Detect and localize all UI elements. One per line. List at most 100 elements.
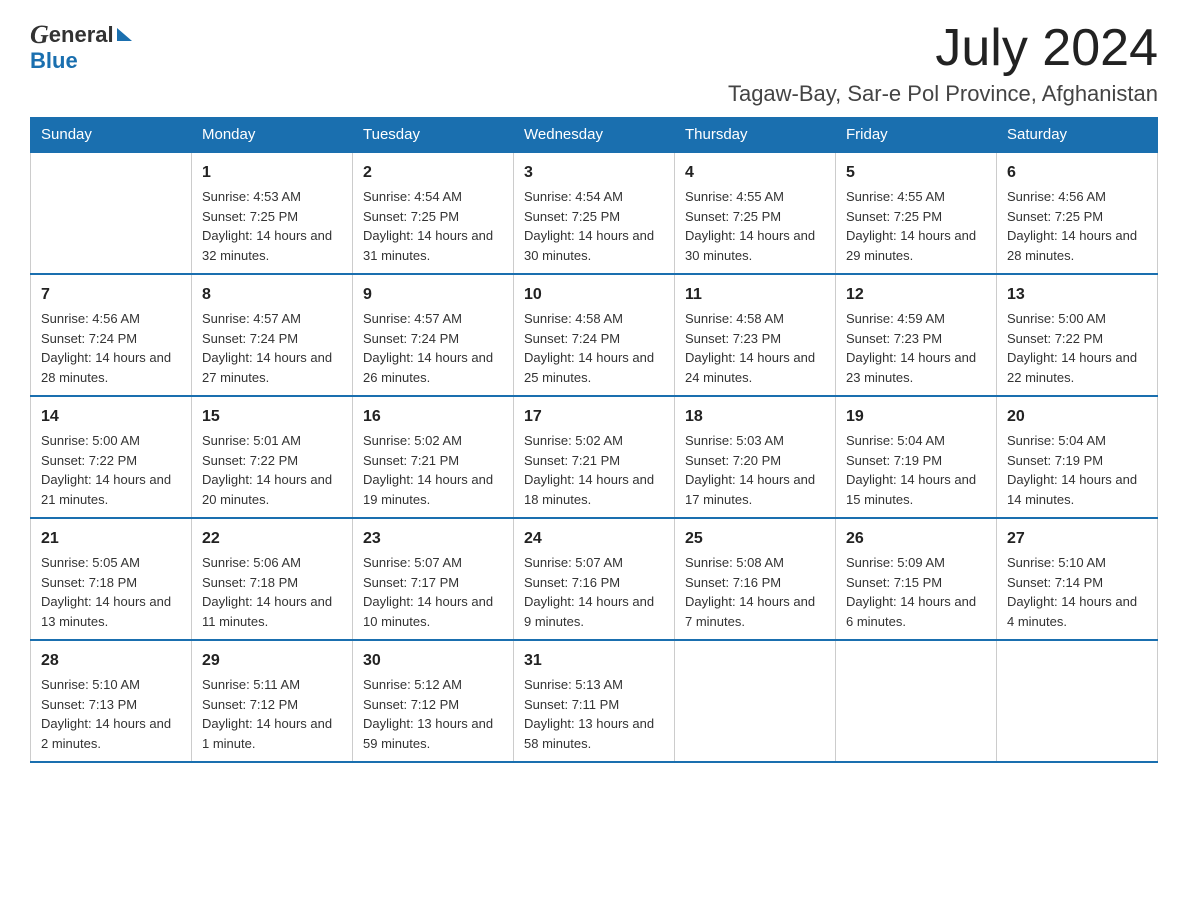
sunset-text: Sunset: 7:15 PM bbox=[846, 573, 986, 593]
calendar-cell bbox=[31, 152, 192, 274]
sunset-text: Sunset: 7:25 PM bbox=[685, 207, 825, 227]
calendar-cell: 13Sunrise: 5:00 AMSunset: 7:22 PMDayligh… bbox=[997, 274, 1158, 396]
daylight-text: Daylight: 14 hours and 1 minute. bbox=[202, 714, 342, 753]
daylight-text: Daylight: 14 hours and 23 minutes. bbox=[846, 348, 986, 387]
sunset-text: Sunset: 7:19 PM bbox=[846, 451, 986, 471]
sunrise-text: Sunrise: 4:54 AM bbox=[524, 187, 664, 207]
sunrise-text: Sunrise: 4:56 AM bbox=[41, 309, 181, 329]
calendar-cell: 9Sunrise: 4:57 AMSunset: 7:24 PMDaylight… bbox=[353, 274, 514, 396]
daylight-text: Daylight: 14 hours and 29 minutes. bbox=[846, 226, 986, 265]
calendar-week-row: 21Sunrise: 5:05 AMSunset: 7:18 PMDayligh… bbox=[31, 518, 1158, 640]
calendar-cell: 1Sunrise: 4:53 AMSunset: 7:25 PMDaylight… bbox=[192, 152, 353, 274]
daylight-text: Daylight: 13 hours and 58 minutes. bbox=[524, 714, 664, 753]
day-of-week-header: Saturday bbox=[997, 118, 1158, 153]
daylight-text: Daylight: 14 hours and 10 minutes. bbox=[363, 592, 503, 631]
sunset-text: Sunset: 7:22 PM bbox=[41, 451, 181, 471]
location-title: Tagaw-Bay, Sar-e Pol Province, Afghanist… bbox=[728, 81, 1158, 107]
calendar-cell: 22Sunrise: 5:06 AMSunset: 7:18 PMDayligh… bbox=[192, 518, 353, 640]
sunrise-text: Sunrise: 5:07 AM bbox=[524, 553, 664, 573]
day-number: 5 bbox=[846, 161, 986, 185]
day-number: 31 bbox=[524, 649, 664, 673]
daylight-text: Daylight: 14 hours and 27 minutes. bbox=[202, 348, 342, 387]
daylight-text: Daylight: 14 hours and 25 minutes. bbox=[524, 348, 664, 387]
calendar-cell: 16Sunrise: 5:02 AMSunset: 7:21 PMDayligh… bbox=[353, 396, 514, 518]
calendar-cell: 14Sunrise: 5:00 AMSunset: 7:22 PMDayligh… bbox=[31, 396, 192, 518]
sunrise-text: Sunrise: 5:12 AM bbox=[363, 675, 503, 695]
daylight-text: Daylight: 14 hours and 18 minutes. bbox=[524, 470, 664, 509]
sunrise-text: Sunrise: 5:06 AM bbox=[202, 553, 342, 573]
sunrise-text: Sunrise: 5:03 AM bbox=[685, 431, 825, 451]
calendar-cell: 19Sunrise: 5:04 AMSunset: 7:19 PMDayligh… bbox=[836, 396, 997, 518]
day-number: 10 bbox=[524, 283, 664, 307]
logo: G eneral Blue bbox=[30, 20, 132, 74]
day-of-week-header: Monday bbox=[192, 118, 353, 153]
day-number: 20 bbox=[1007, 405, 1147, 429]
day-number: 25 bbox=[685, 527, 825, 551]
daylight-text: Daylight: 14 hours and 28 minutes. bbox=[41, 348, 181, 387]
daylight-text: Daylight: 14 hours and 28 minutes. bbox=[1007, 226, 1147, 265]
month-title: July 2024 bbox=[728, 20, 1158, 77]
daylight-text: Daylight: 14 hours and 30 minutes. bbox=[524, 226, 664, 265]
logo-blue: Blue bbox=[30, 48, 78, 74]
sunset-text: Sunset: 7:24 PM bbox=[363, 329, 503, 349]
daylight-text: Daylight: 14 hours and 21 minutes. bbox=[41, 470, 181, 509]
calendar-cell: 8Sunrise: 4:57 AMSunset: 7:24 PMDaylight… bbox=[192, 274, 353, 396]
calendar-cell: 24Sunrise: 5:07 AMSunset: 7:16 PMDayligh… bbox=[514, 518, 675, 640]
logo-arrow-icon bbox=[117, 28, 132, 41]
daylight-text: Daylight: 14 hours and 20 minutes. bbox=[202, 470, 342, 509]
sunrise-text: Sunrise: 5:01 AM bbox=[202, 431, 342, 451]
day-of-week-header: Thursday bbox=[675, 118, 836, 153]
calendar-cell: 23Sunrise: 5:07 AMSunset: 7:17 PMDayligh… bbox=[353, 518, 514, 640]
calendar-cell: 11Sunrise: 4:58 AMSunset: 7:23 PMDayligh… bbox=[675, 274, 836, 396]
day-number: 21 bbox=[41, 527, 181, 551]
sunset-text: Sunset: 7:13 PM bbox=[41, 695, 181, 715]
day-number: 23 bbox=[363, 527, 503, 551]
sunset-text: Sunset: 7:21 PM bbox=[524, 451, 664, 471]
sunrise-text: Sunrise: 5:09 AM bbox=[846, 553, 986, 573]
calendar-cell: 4Sunrise: 4:55 AMSunset: 7:25 PMDaylight… bbox=[675, 152, 836, 274]
sunset-text: Sunset: 7:19 PM bbox=[1007, 451, 1147, 471]
day-number: 3 bbox=[524, 161, 664, 185]
sunrise-text: Sunrise: 5:02 AM bbox=[363, 431, 503, 451]
daylight-text: Daylight: 14 hours and 30 minutes. bbox=[685, 226, 825, 265]
sunrise-text: Sunrise: 5:04 AM bbox=[1007, 431, 1147, 451]
sunset-text: Sunset: 7:21 PM bbox=[363, 451, 503, 471]
calendar-cell: 26Sunrise: 5:09 AMSunset: 7:15 PMDayligh… bbox=[836, 518, 997, 640]
day-number: 4 bbox=[685, 161, 825, 185]
day-number: 2 bbox=[363, 161, 503, 185]
calendar-cell bbox=[836, 640, 997, 762]
sunset-text: Sunset: 7:14 PM bbox=[1007, 573, 1147, 593]
day-of-week-header: Sunday bbox=[31, 118, 192, 153]
calendar-week-row: 14Sunrise: 5:00 AMSunset: 7:22 PMDayligh… bbox=[31, 396, 1158, 518]
day-number: 22 bbox=[202, 527, 342, 551]
day-number: 16 bbox=[363, 405, 503, 429]
sunrise-text: Sunrise: 4:54 AM bbox=[363, 187, 503, 207]
sunset-text: Sunset: 7:23 PM bbox=[685, 329, 825, 349]
daylight-text: Daylight: 14 hours and 7 minutes. bbox=[685, 592, 825, 631]
sunset-text: Sunset: 7:22 PM bbox=[1007, 329, 1147, 349]
calendar-header-row: SundayMondayTuesdayWednesdayThursdayFrid… bbox=[31, 118, 1158, 153]
sunrise-text: Sunrise: 5:13 AM bbox=[524, 675, 664, 695]
sunset-text: Sunset: 7:11 PM bbox=[524, 695, 664, 715]
calendar-cell: 20Sunrise: 5:04 AMSunset: 7:19 PMDayligh… bbox=[997, 396, 1158, 518]
sunset-text: Sunset: 7:20 PM bbox=[685, 451, 825, 471]
sunset-text: Sunset: 7:24 PM bbox=[41, 329, 181, 349]
sunrise-text: Sunrise: 5:04 AM bbox=[846, 431, 986, 451]
day-number: 15 bbox=[202, 405, 342, 429]
daylight-text: Daylight: 14 hours and 26 minutes. bbox=[363, 348, 503, 387]
calendar-cell: 12Sunrise: 4:59 AMSunset: 7:23 PMDayligh… bbox=[836, 274, 997, 396]
sunset-text: Sunset: 7:12 PM bbox=[363, 695, 503, 715]
sunrise-text: Sunrise: 5:08 AM bbox=[685, 553, 825, 573]
calendar-cell: 21Sunrise: 5:05 AMSunset: 7:18 PMDayligh… bbox=[31, 518, 192, 640]
sunrise-text: Sunrise: 5:11 AM bbox=[202, 675, 342, 695]
sunset-text: Sunset: 7:18 PM bbox=[202, 573, 342, 593]
sunset-text: Sunset: 7:25 PM bbox=[363, 207, 503, 227]
sunset-text: Sunset: 7:22 PM bbox=[202, 451, 342, 471]
day-number: 19 bbox=[846, 405, 986, 429]
calendar-cell bbox=[997, 640, 1158, 762]
daylight-text: Daylight: 14 hours and 17 minutes. bbox=[685, 470, 825, 509]
sunrise-text: Sunrise: 4:55 AM bbox=[685, 187, 825, 207]
sunset-text: Sunset: 7:25 PM bbox=[846, 207, 986, 227]
calendar-cell: 3Sunrise: 4:54 AMSunset: 7:25 PMDaylight… bbox=[514, 152, 675, 274]
day-number: 29 bbox=[202, 649, 342, 673]
